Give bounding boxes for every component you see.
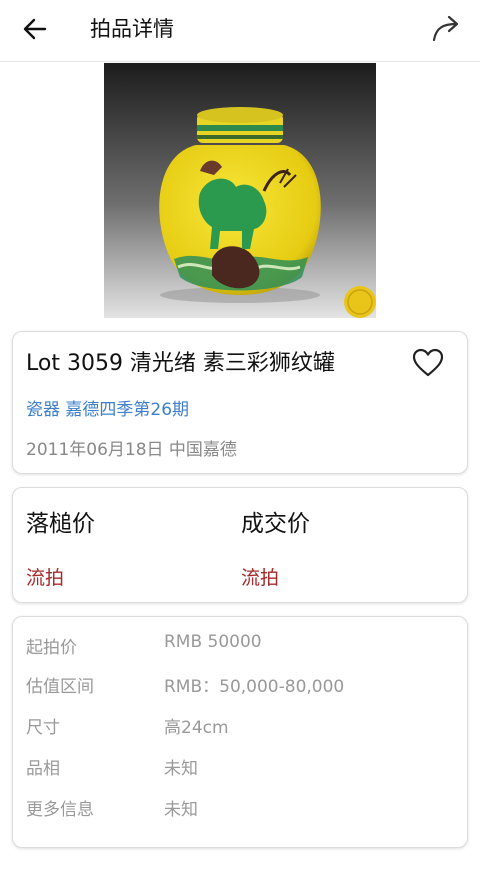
page-title: 拍品详情 (90, 17, 174, 41)
arrow-left-icon (23, 18, 47, 40)
detail-value: 高24cm (164, 718, 229, 738)
lot-category-link[interactable]: 瓷器 嘉德四季第26期 (26, 398, 189, 422)
detail-row-estimate: 估值区间 RMB：50,000-80,000 (26, 674, 456, 700)
detail-value: RMB 50000 (164, 632, 262, 652)
detail-label: 估值区间 (26, 677, 94, 697)
lot-title: Lot 3059 清光绪 素三彩狮纹罐 (26, 351, 335, 376)
detail-value: 未知 (164, 759, 198, 779)
share-button[interactable] (428, 10, 464, 46)
hammer-price-value: 流拍 (26, 567, 65, 589)
detail-label: 尺寸 (26, 718, 60, 738)
heart-outline-icon (412, 348, 444, 377)
lot-date-place: 2011年06月18日 中国嘉德 (26, 440, 237, 460)
detail-label: 起拍价 (26, 638, 77, 658)
detail-row-more-info: 更多信息 未知 (26, 797, 456, 823)
detail-row-size: 尺寸 高24cm (26, 715, 456, 741)
detail-label: 更多信息 (26, 800, 94, 820)
hammer-price-label: 落槌价 (26, 511, 95, 537)
deal-price-value: 流拍 (241, 567, 280, 589)
detail-value: 未知 (164, 800, 198, 820)
top-app-bar: 拍品详情 (0, 0, 480, 62)
price-card: 落槌价 成交价 流拍 流拍 (12, 487, 468, 603)
share-arrow-icon (432, 15, 459, 42)
detail-row-condition: 品相 未知 (26, 756, 456, 782)
favorite-button[interactable] (411, 346, 445, 380)
jar-image (104, 63, 376, 318)
detail-value: RMB：50,000-80,000 (164, 677, 345, 697)
details-card: 起拍价 RMB 50000 估值区间 RMB：50,000-80,000 尺寸 … (12, 616, 468, 848)
deal-price-label: 成交价 (241, 511, 310, 537)
detail-label: 品相 (26, 759, 60, 779)
lot-photo[interactable] (104, 63, 376, 318)
back-button[interactable] (18, 12, 54, 48)
detail-row-start-price: 起拍价 RMB 50000 (26, 629, 456, 658)
lot-summary-card: Lot 3059 清光绪 素三彩狮纹罐 瓷器 嘉德四季第26期 2011年06月… (12, 331, 468, 474)
